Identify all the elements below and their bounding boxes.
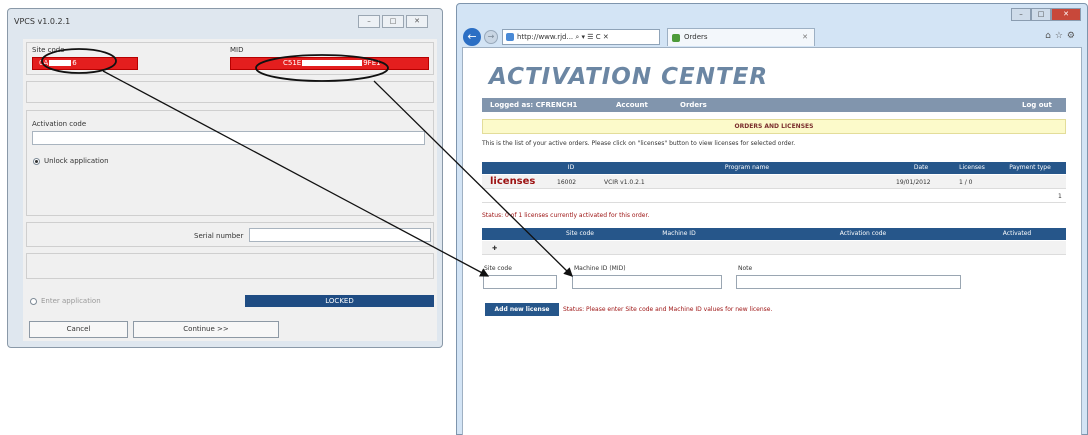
tab-close-icon[interactable]: ✕ [802, 29, 808, 46]
back-arrow-icon[interactable]: ← [463, 28, 481, 46]
col-licenses: Licenses [959, 164, 985, 171]
note-input[interactable] [736, 275, 961, 289]
enter-application-label: Enter application [41, 297, 101, 305]
app-title: VPCS v1.0.2.1 [14, 17, 71, 26]
menu-orders[interactable]: Orders [680, 101, 707, 109]
web-page: ACTIVATION CENTER Logged as: CFRENCH1 Ac… [462, 47, 1082, 435]
menu-account[interactable]: Account [616, 101, 648, 109]
col-payment-type: Payment type [1009, 164, 1051, 171]
serial-number-label: Serial number [194, 232, 244, 240]
add-row-icon[interactable]: ✚ [492, 245, 497, 252]
pager-row: 1 [482, 189, 1066, 203]
col-machine-id: Machine ID [662, 230, 696, 237]
col-date: Date [913, 164, 929, 171]
activation-code-label: Activation code [32, 120, 87, 128]
serial-panel: Serial number [26, 222, 434, 247]
tab-orders[interactable]: Orders ✕ [667, 28, 815, 46]
browser-window: – □ ✕ ← → http://www.rjd... ⌕ ▾ ☰ C ✕ Or… [456, 3, 1088, 435]
maximize-icon[interactable]: □ [382, 15, 404, 28]
info-text: This is the list of your active orders. … [482, 140, 796, 147]
mid-label: MID [230, 46, 244, 54]
table-row: ✚ [482, 241, 1066, 255]
program-name: VCIR v1.0.2.1 [604, 179, 645, 186]
site-code-field: 0A 6 [32, 57, 138, 70]
page-icon [506, 33, 514, 41]
close-icon[interactable]: ✕ [1051, 8, 1081, 21]
enter-application-radio[interactable] [30, 298, 37, 305]
col-program-name: Program name [724, 164, 770, 171]
address-bar[interactable]: http://www.rjd... ⌕ ▾ ☰ C ✕ [502, 29, 660, 45]
section-title: ORDERS AND LICENSES [482, 119, 1066, 134]
minimize-icon[interactable]: – [1011, 8, 1031, 21]
logged-in-label: Logged as: CFRENCH1 [490, 101, 578, 109]
col-activation-code: Activation code [839, 230, 887, 237]
toolbar-icons: ⌂☆⚙ [1045, 31, 1079, 41]
col-activated: Activated [1002, 230, 1032, 237]
maximize-icon[interactable]: □ [1031, 8, 1051, 21]
browser-window-controls: – □ ✕ [1011, 8, 1081, 21]
activation-code-input[interactable] [32, 131, 425, 145]
window-controls: – □ ✕ [358, 15, 428, 28]
page-title: ACTIVATION CENTER [489, 64, 769, 90]
add-new-license-button[interactable]: Add new license [485, 303, 559, 316]
licenses-button[interactable]: licenses [490, 176, 535, 187]
form-site-code-label: Site code [484, 265, 512, 272]
identity-panel: Site code 0A 6 MID C51E 9FE1 [26, 42, 434, 75]
favorites-star-icon[interactable]: ☆ [1055, 31, 1067, 41]
menu-bar: Logged as: CFRENCH1 Account Orders Log o… [482, 98, 1066, 112]
col-id: ID [567, 164, 575, 171]
order-id: 16002 [557, 179, 577, 186]
mid-field: C51E 9FE1 [230, 57, 429, 70]
form-note-label: Note [738, 265, 753, 272]
settings-gear-icon[interactable]: ⚙ [1067, 31, 1079, 41]
license-status: Status: 0 of 1 licenses currently activa… [482, 212, 650, 219]
tab-title: Orders [684, 33, 708, 41]
form-machine-id-label: Machine ID (MID) [574, 265, 626, 272]
cancel-button[interactable]: Cancel [29, 321, 128, 338]
redaction-mark [302, 60, 363, 66]
home-icon[interactable]: ⌂ [1045, 31, 1055, 41]
menu-logout[interactable]: Log out [1022, 101, 1052, 109]
minimize-icon[interactable]: – [358, 15, 380, 28]
serial-number-input[interactable] [249, 228, 431, 242]
unlock-option-label: Unlock application [44, 157, 109, 165]
redaction-mark [49, 60, 72, 66]
machine-id-input[interactable] [572, 275, 722, 289]
page-number[interactable]: 1 [1058, 193, 1062, 200]
empty-panel-2 [26, 253, 434, 279]
orders-table-header: ID Program name Date Licenses Payment ty… [482, 162, 1066, 174]
unlock-radio[interactable] [33, 158, 40, 165]
locked-status-bar: LOCKED [245, 295, 434, 307]
empty-panel [26, 81, 434, 103]
order-date: 19/01/2012 [896, 179, 931, 186]
activation-panel: Activation code Unlock application [26, 110, 434, 216]
license-count: 1 / 0 [959, 179, 973, 186]
table-row: licenses 16002 VCIR v1.0.2.1 19/01/2012 … [482, 175, 1066, 189]
tab-favicon-icon [672, 34, 680, 42]
form-status: Status: Please enter Site code and Machi… [563, 306, 773, 313]
site-code-label: Site code [32, 46, 65, 54]
close-icon[interactable]: ✕ [406, 15, 428, 28]
site-code-input[interactable] [483, 275, 557, 289]
address-tools[interactable]: ⌕ ▾ ☰ C ✕ [575, 33, 608, 41]
mid-value-start: C51E [283, 59, 302, 67]
col-site-code: Site code [566, 230, 594, 237]
mid-value-end: 9FE1 [363, 59, 381, 67]
site-code-value-start: 0A [39, 59, 49, 67]
forward-arrow-icon[interactable]: → [484, 30, 498, 44]
licenses-table-header: Site code Machine ID Activation code Act… [482, 228, 1066, 240]
app-window: VPCS v1.0.2.1 – □ ✕ Site code 0A 6 MID C5… [7, 8, 443, 348]
app-client-area: Site code 0A 6 MID C51E 9FE1 Activation co… [23, 39, 437, 341]
site-code-value-end: 6 [72, 59, 77, 67]
continue-button[interactable]: Continue >> [133, 321, 279, 338]
address-text: http://www.rjd... [517, 33, 574, 41]
